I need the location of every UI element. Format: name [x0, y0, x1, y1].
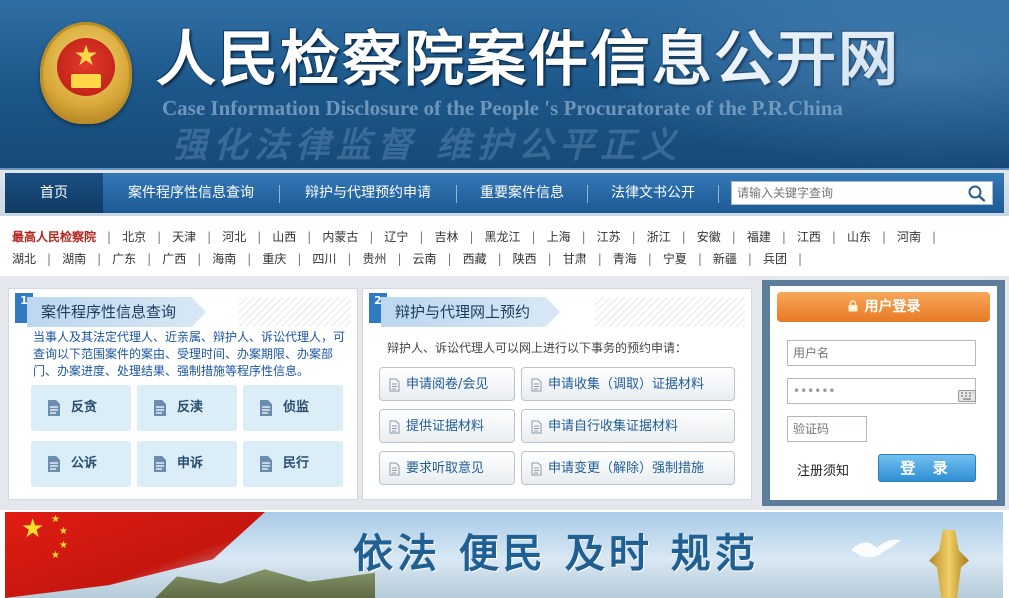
- document-icon: [531, 420, 542, 434]
- region-link[interactable]: 海南: [212, 252, 236, 266]
- password-field[interactable]: [787, 378, 976, 404]
- region-link[interactable]: 河北: [222, 230, 246, 244]
- document-icon: [48, 400, 60, 416]
- region-link[interactable]: 福建: [747, 230, 771, 244]
- region-row: 湖北 | 湖南 | 广东 | 广西 | 海南 | 重庆 | 四川 | 贵州 | 云南 | 西藏 | 陕西 | 甘肃 | 青海 | 宁…: [12, 252, 802, 266]
- nav-home[interactable]: 首页: [5, 173, 103, 213]
- defense-appointment-description: 辩护人、诉讼代理人可以网上进行以下事务的预约申请：: [387, 341, 688, 355]
- apply-self-collect-evidence-button[interactable]: 申请自行收集证据材料: [521, 409, 735, 443]
- main-nav: 首页 案件程序性信息查询 辩护与代理预约申请 重要案件信息 法律文书公开: [0, 168, 1009, 216]
- region-link[interactable]: 河南: [897, 230, 921, 244]
- lock-icon: [848, 300, 857, 312]
- tile-anti-corruption[interactable]: 反贪: [31, 385, 131, 431]
- nav-defense-appointment[interactable]: 辩护与代理预约申请: [280, 173, 456, 213]
- dove-icon: [851, 539, 901, 558]
- captcha-field[interactable]: [787, 416, 867, 442]
- search-input[interactable]: [732, 182, 956, 204]
- document-icon: [389, 420, 400, 434]
- region-links: 最高人民检察院 | 北京 | 天津 | 河北 | 山西 | 内蒙古 | 辽宁 | 吉林 | 黑龙江 | 上海 | 江苏 |…: [0, 216, 1009, 272]
- apply-change-coercive-measures-button[interactable]: 申请变更（解除）强制措施: [521, 451, 735, 485]
- magnifier-icon[interactable]: [966, 184, 988, 202]
- region-link[interactable]: 宁夏: [663, 252, 687, 266]
- region-link[interactable]: 山东: [847, 230, 871, 244]
- region-link[interactable]: 江苏: [597, 230, 621, 244]
- apply-file-review-button[interactable]: 申请阅卷/会见: [379, 367, 515, 401]
- keyboard-icon[interactable]: [958, 390, 976, 402]
- slogan-banner: ★ ★ ★ ★ ★ 依法 便民 及时 规范: [5, 512, 1003, 598]
- region-link[interactable]: 兵团: [763, 252, 787, 266]
- region-link[interactable]: 北京: [122, 230, 146, 244]
- procuratorate-emblem-icon: ★: [40, 22, 132, 124]
- tile-anti-malfeasance[interactable]: 反渎: [137, 385, 237, 431]
- nav-important-cases[interactable]: 重要案件信息: [457, 173, 587, 213]
- region-link[interactable]: 湖北: [12, 252, 36, 266]
- nav-case-procedure-query[interactable]: 案件程序性信息查询: [103, 173, 279, 213]
- login-panel: 用户登录 注册须知 登 录: [762, 280, 1005, 506]
- region-link[interactable]: 浙江: [647, 230, 671, 244]
- region-link[interactable]: 天津: [172, 230, 196, 244]
- region-link[interactable]: 辽宁: [384, 230, 408, 244]
- region-link[interactable]: 内蒙古: [322, 230, 358, 244]
- site-title-english: Case Information Disclosure of the Peopl…: [162, 96, 843, 120]
- panel-title: 辩护与代理网上预约: [381, 297, 561, 327]
- region-link[interactable]: 云南: [413, 252, 437, 266]
- region-link[interactable]: 甘肃: [563, 252, 587, 266]
- banner-slogan: 依法 便民 及时 规范: [353, 530, 759, 577]
- request-hearing-button[interactable]: 要求听取意见: [379, 451, 515, 485]
- site-title: 人民检察院案件信息公开网: [156, 25, 900, 95]
- region-link[interactable]: 西藏: [463, 252, 487, 266]
- document-icon: [154, 400, 166, 416]
- case-query-panel: 1 案件程序性信息查询 当事人及其法定代理人、近亲属、辩护人、诉讼代理人，可查询…: [8, 288, 358, 500]
- panel-title: 案件程序性信息查询: [27, 297, 207, 327]
- document-icon: [260, 400, 272, 416]
- region-link[interactable]: 四川: [312, 252, 336, 266]
- region-link[interactable]: 最高人民检察院: [12, 230, 96, 244]
- region-link[interactable]: 吉林: [434, 230, 458, 244]
- region-link[interactable]: 山西: [272, 230, 296, 244]
- document-icon: [260, 456, 272, 472]
- region-link[interactable]: 广东: [112, 252, 136, 266]
- tile-appeal[interactable]: 申诉: [137, 441, 237, 487]
- region-link[interactable]: 黑龙江: [485, 230, 521, 244]
- document-icon: [154, 456, 166, 472]
- document-icon: [389, 378, 400, 392]
- site-slogan: 强化法律监督 维护公平正义: [172, 126, 683, 166]
- login-button[interactable]: 登 录: [878, 454, 976, 482]
- username-field[interactable]: [787, 340, 976, 366]
- register-notice-link[interactable]: 注册须知: [797, 460, 849, 479]
- region-link[interactable]: 重庆: [262, 252, 286, 266]
- document-icon: [48, 456, 60, 472]
- site-header: ★ 人民检察院案件信息公开网 Case Information Disclosu…: [0, 0, 1009, 168]
- provide-evidence-button[interactable]: 提供证据材料: [379, 409, 515, 443]
- defense-appointment-panel: 2 辩护与代理网上预约 辩护人、诉讼代理人可以网上进行以下事务的预约申请： 申请…: [362, 288, 752, 500]
- nav-legal-documents[interactable]: 法律文书公开: [588, 173, 718, 213]
- region-row: 最高人民检察院 | 北京 | 天津 | 河北 | 山西 | 内蒙古 | 辽宁 | 吉林 | 黑龙江 | 上海 | 江苏 |…: [12, 230, 937, 244]
- region-link[interactable]: 陕西: [513, 252, 537, 266]
- region-link[interactable]: 新疆: [713, 252, 737, 266]
- region-link[interactable]: 安徽: [697, 230, 721, 244]
- search-box: [731, 181, 993, 205]
- region-link[interactable]: 贵州: [362, 252, 386, 266]
- region-link[interactable]: 青海: [613, 252, 637, 266]
- region-link[interactable]: 江西: [797, 230, 821, 244]
- region-link[interactable]: 广西: [162, 252, 186, 266]
- case-query-description: 当事人及其法定代理人、近亲属、辩护人、诉讼代理人，可查询以下范围案件的案由、受理…: [33, 330, 346, 378]
- tile-civil-administrative[interactable]: 民行: [243, 441, 343, 487]
- tile-public-prosecution[interactable]: 公诉: [31, 441, 131, 487]
- apply-collect-evidence-button[interactable]: 申请收集（调取）证据材料: [521, 367, 735, 401]
- great-wall-icon: [155, 569, 375, 598]
- document-icon: [389, 462, 400, 476]
- document-icon: [531, 378, 542, 392]
- tile-investigation-supervision[interactable]: 侦监: [243, 385, 343, 431]
- region-link[interactable]: 上海: [547, 230, 571, 244]
- login-title: 用户登录: [777, 292, 990, 322]
- region-link[interactable]: 湖南: [62, 252, 86, 266]
- document-icon: [531, 462, 542, 476]
- ornamental-pillar-icon: [929, 530, 969, 598]
